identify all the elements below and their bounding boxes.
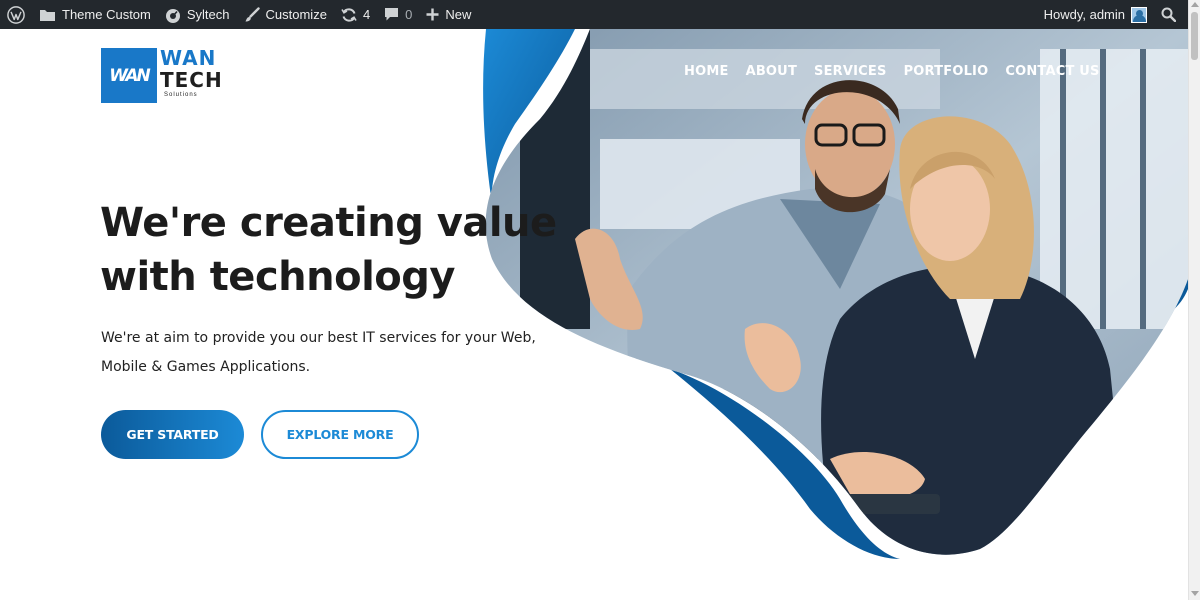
customize-link[interactable]: Customize [237, 0, 334, 29]
admin-search[interactable] [1154, 0, 1188, 29]
logo-wordmark: WAN TECH Solutions [160, 48, 223, 98]
hero-subtitle-line2: Mobile & Games Applications. [101, 359, 311, 375]
new-label: New [445, 7, 472, 22]
nav-item-contact-us[interactable]: CONTACT US [1005, 64, 1099, 79]
wordpress-logo-menu[interactable] [0, 0, 32, 29]
plus-icon [426, 8, 439, 21]
hero-title: We're creating value with technology [100, 196, 570, 304]
get-started-button[interactable]: GET STARTED [101, 410, 244, 459]
dashboard-icon [165, 8, 180, 23]
comments-count: 0 [405, 7, 413, 22]
logo-mark: WAN [101, 48, 157, 103]
my-account-menu[interactable]: Howdy, admin [1037, 0, 1154, 29]
hero-image [483, 29, 1188, 559]
explore-more-button[interactable]: EXPLORE MORE [261, 410, 419, 459]
comments-link[interactable]: 0 [377, 0, 419, 29]
comment-icon [385, 8, 399, 21]
site-name-menu[interactable]: Theme Custom [32, 0, 158, 29]
scroll-up-arrow-icon[interactable] [1191, 2, 1199, 7]
avatar [1131, 6, 1147, 23]
paintbrush-icon [245, 6, 260, 21]
logo-line1: WAN [160, 46, 217, 70]
admin-bar: Theme Custom Syltech Customize 4 0 New H… [0, 0, 1188, 29]
logo-tagline: Solutions [164, 92, 198, 98]
theme-name-label: Syltech [186, 7, 230, 22]
nav-item-services[interactable]: SERVICES [814, 64, 887, 79]
logo-mark-text: WAN [109, 65, 151, 86]
updates-icon [341, 7, 357, 22]
page-scrollbar[interactable] [1188, 0, 1200, 600]
nav-item-home[interactable]: HOME [684, 64, 729, 79]
search-icon [1161, 7, 1176, 22]
new-content-menu[interactable]: New [419, 0, 478, 29]
folder-icon [40, 9, 55, 21]
updates-count: 4 [362, 7, 371, 22]
logo-line2: TECH [160, 68, 223, 92]
site-logo[interactable]: WAN WAN TECH Solutions [101, 48, 223, 103]
scrollbar-thumb[interactable] [1191, 12, 1198, 60]
hero-subtitle: We're at aim to provide you our best IT … [101, 324, 561, 382]
hero-title-line2: with technology [100, 254, 455, 300]
nav-item-portfolio[interactable]: PORTFOLIO [904, 64, 989, 79]
wordpress-icon [7, 5, 25, 24]
updates-link[interactable]: 4 [334, 0, 377, 29]
site-name-label: Theme Custom [62, 7, 151, 22]
scroll-down-arrow-icon[interactable] [1191, 591, 1199, 596]
hero-subtitle-line1: We're at aim to provide you our best IT … [101, 330, 536, 346]
main-nav: HOME ABOUT SERVICES PORTFOLIO CONTACT US [684, 64, 1117, 79]
theme-menu[interactable]: Syltech [158, 0, 237, 29]
hero-title-line1: We're creating value [100, 200, 557, 246]
nav-item-about[interactable]: ABOUT [746, 64, 797, 79]
howdy-label: Howdy, admin [1043, 7, 1125, 22]
customize-label: Customize [265, 7, 327, 22]
